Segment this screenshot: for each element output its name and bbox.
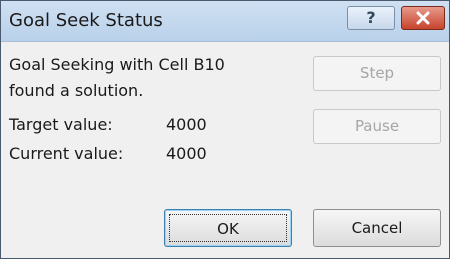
ok-button[interactable]: OK <box>164 209 292 247</box>
help-button[interactable]: ? <box>347 6 395 30</box>
current-value-label: Current value: <box>9 144 124 163</box>
goal-seek-status-dialog: Goal Seek Status ? Goal Seeking with Cel… <box>0 0 450 259</box>
pause-button[interactable]: Pause <box>313 109 441 144</box>
cancel-button[interactable]: Cancel <box>313 209 441 247</box>
status-message-line1: Goal Seeking with Cell B10 <box>9 55 225 74</box>
close-button[interactable] <box>401 6 445 30</box>
close-icon <box>416 11 430 25</box>
status-message-line2: found a solution. <box>9 81 144 100</box>
ok-button-label: OK <box>169 214 287 242</box>
window-title: Goal Seek Status <box>9 10 163 31</box>
current-value: 4000 <box>166 144 207 163</box>
step-button[interactable]: Step <box>313 56 441 91</box>
target-value: 4000 <box>166 115 207 134</box>
title-bar[interactable]: Goal Seek Status ? <box>1 1 449 42</box>
help-icon: ? <box>366 8 376 27</box>
target-value-label: Target value: <box>9 115 113 134</box>
